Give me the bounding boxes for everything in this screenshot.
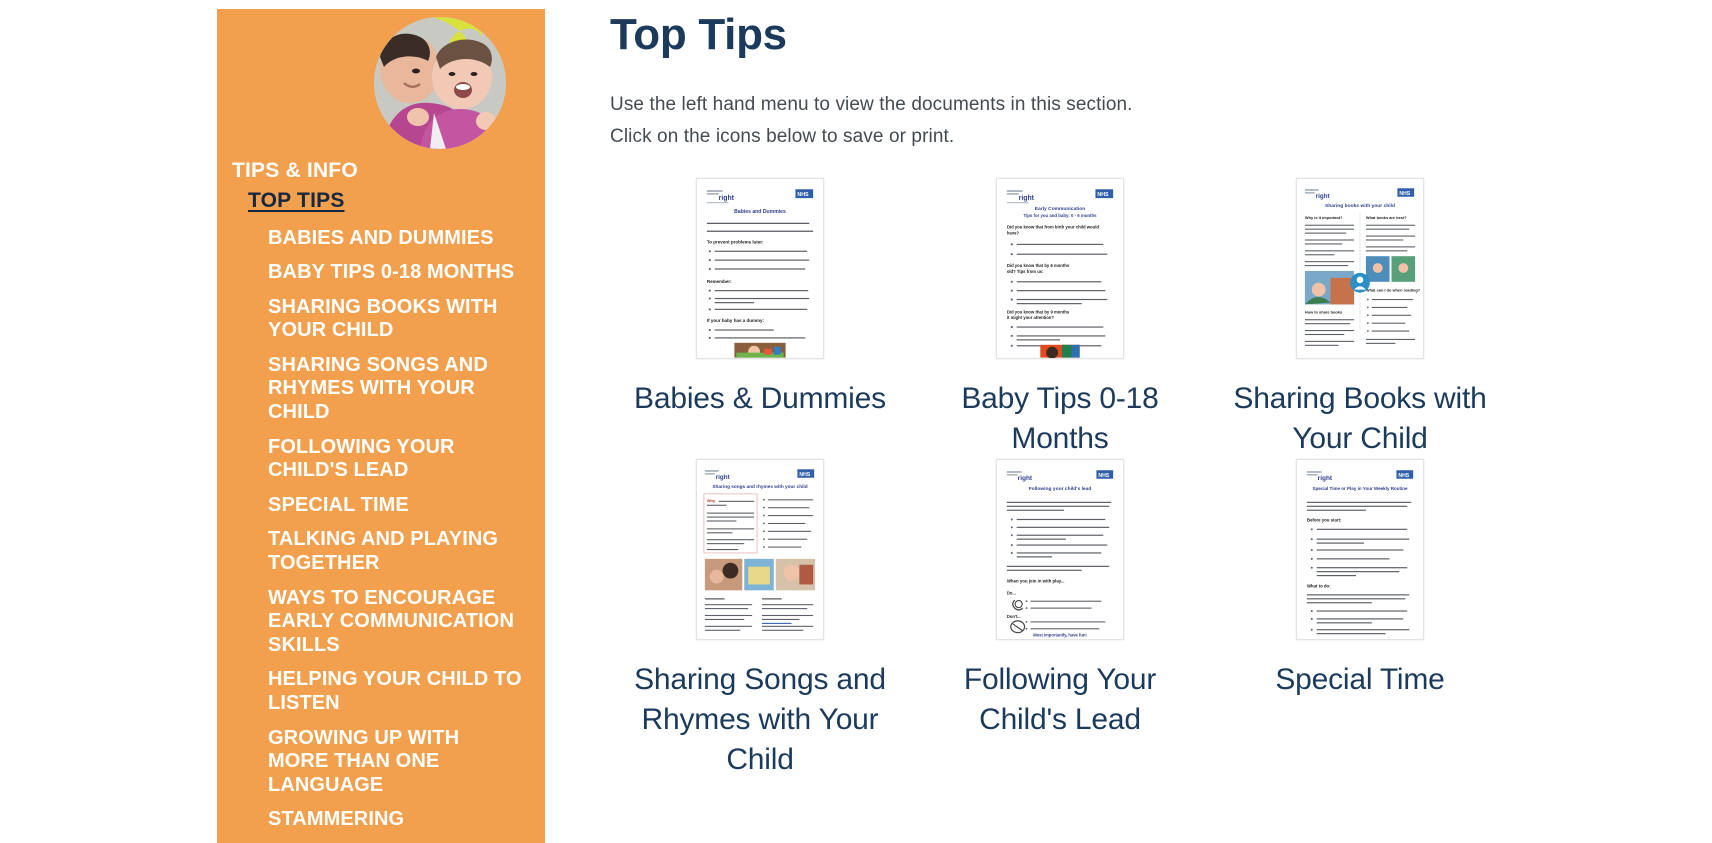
svg-text:Babies and Dummies: Babies and Dummies <box>734 209 786 215</box>
svg-text:right: right <box>1316 193 1331 200</box>
document-title: Special Time <box>1275 662 1445 696</box>
svg-text:To prevent problems later:: To prevent problems later: <box>707 239 764 244</box>
sidebar-column: TIPS & INFO TOP TIPS BABIES AND DUMMIES … <box>0 0 545 843</box>
sidebar-item-following-childs-lead[interactable]: FOLLOWING YOUR CHILD'S LEAD <box>217 430 531 488</box>
document-card-sharing-books[interactable]: right NHS Sharing books with your child … <box>1210 177 1510 459</box>
intro-line-1: Use the left hand menu to view the docum… <box>610 93 1133 115</box>
document-card-babies-and-dummies[interactable]: right NHS Babies and Dummies To prevent … <box>610 177 910 459</box>
page-root: TIPS & INFO TOP TIPS BABIES AND DUMMIES … <box>0 0 1712 843</box>
thumb-box: right NHS Early Communication Tips for y… <box>910 177 1210 363</box>
document-title: Babies & Dummies <box>634 381 886 415</box>
svg-text:What to do:: What to do: <box>1307 583 1331 588</box>
document-card-baby-tips-0-18-months[interactable]: right NHS Early Communication Tips for y… <box>910 177 1210 459</box>
svg-text:Before you start:: Before you start: <box>1307 517 1342 522</box>
svg-text:old? Tips from us:: old? Tips from us: <box>1007 269 1044 274</box>
sidebar-item-baby-tips-0-18-months[interactable]: BABY TIPS 0-18 MONTHS <box>217 256 531 291</box>
svg-text:Sharing songs and rhymes with: Sharing songs and rhymes with your child <box>712 484 807 490</box>
doc-thumb-baby-tips-0-18-months[interactable]: right NHS Early Communication Tips for y… <box>996 177 1124 359</box>
svg-text:Why is it important?: Why is it important? <box>1305 215 1343 220</box>
mother-and-baby-photo <box>374 17 506 149</box>
svg-text:Do...: Do... <box>1007 590 1016 595</box>
sidebar-item-helping-child-listen[interactable]: HELPING YOUR CHILD TO LISTEN <box>217 663 531 721</box>
documents-grid: right NHS Babies and Dummies To prevent … <box>610 177 1510 780</box>
sidebar-item-sharing-songs[interactable]: SHARING SONGS AND RHYMES WITH YOUR CHILD <box>217 348 531 430</box>
svg-text:What books are best?: What books are best? <box>1366 215 1407 220</box>
svg-text:it might your attention?: it might your attention? <box>1007 315 1055 320</box>
svg-text:When you join in with play...: When you join in with play... <box>1007 578 1065 583</box>
sidebar-section-label[interactable]: TIPS & INFO <box>217 157 531 189</box>
sidebar-item-top-tips[interactable]: TOP TIPS <box>248 189 345 213</box>
doc-thumb-special-time[interactable]: right NHS Special Time or Play in Your W… <box>1296 458 1424 640</box>
svg-text:Special Time or Play in Your W: Special Time or Play in Your Weekly Rout… <box>1312 486 1408 491</box>
svg-text:have?: have? <box>1007 230 1020 235</box>
document-title: Following Your Child's Lead <box>963 662 1157 736</box>
document-card-sharing-songs[interactable]: right NHS Sharing songs and rhymes with … <box>610 458 910 780</box>
thumb-box: right NHS Sharing songs and rhymes with … <box>610 458 910 644</box>
sidebar-item-stammering[interactable]: STAMMERING <box>217 803 531 838</box>
sidebar-item-list: BABIES AND DUMMIES BABY TIPS 0-18 MONTHS… <box>217 221 531 837</box>
document-card-special-time[interactable]: right NHS Special Time or Play in Your W… <box>1210 458 1510 780</box>
main-content: Top Tips Use the left hand menu to view … <box>545 0 1712 843</box>
sidebar-item-sharing-books[interactable]: SHARING BOOKS WITH YOUR CHILD <box>217 290 531 348</box>
svg-text:right: right <box>1018 475 1033 482</box>
svg-text:right: right <box>719 195 735 202</box>
thumb-box: right NHS Special Time or Play in Your W… <box>1210 458 1510 644</box>
sidebar: TIPS & INFO TOP TIPS BABIES AND DUMMIES … <box>217 9 545 843</box>
intro-line-2: Click on the icons below to save or prin… <box>610 126 955 148</box>
intro-text: Use the left hand menu to view the docum… <box>610 89 1712 154</box>
thumb-box: right NHS Following your child's lead Wh… <box>910 458 1210 644</box>
svg-text:Did you know that from birth y: Did you know that from birth your child … <box>1007 225 1100 230</box>
svg-text:Following your child's lead: Following your child's lead <box>1029 486 1092 492</box>
svg-text:Did you know that by 9 months: Did you know that by 9 months <box>1007 309 1070 314</box>
thumb-box: right NHS Babies and Dummies To prevent … <box>610 177 910 363</box>
document-title: Baby Tips 0-18 Months <box>961 381 1159 455</box>
svg-text:Did you know that by 6 months: Did you know that by 6 months <box>1007 263 1070 268</box>
thumb-box: right NHS Sharing books with your child … <box>1210 177 1510 363</box>
svg-text:right: right <box>716 474 731 481</box>
svg-text:right: right <box>1019 195 1035 202</box>
svg-text:NHS: NHS <box>797 192 809 198</box>
doc-thumb-sharing-books[interactable]: right NHS Sharing books with your child … <box>1296 177 1424 359</box>
doc-thumb-babies-and-dummies[interactable]: right NHS Babies and Dummies To prevent … <box>696 177 824 359</box>
sidebar-item-ways-to-encourage[interactable]: WAYS TO ENCOURAGE EARLY COMMUNICATION SK… <box>217 581 531 663</box>
sidebar-item-talking-and-playing[interactable]: TALKING AND PLAYING TOGETHER <box>217 523 531 581</box>
document-title: Sharing Books with Your Child <box>1233 381 1487 455</box>
svg-text:Don't...: Don't... <box>1007 614 1021 619</box>
doc-thumb-sharing-songs[interactable]: right NHS Sharing songs and rhymes with … <box>696 458 824 640</box>
sidebar-item-more-than-one-language[interactable]: GROWING UP WITH MORE THAN ONE LANGUAGE <box>217 721 531 803</box>
document-title: Sharing Songs and Rhymes with Your Child <box>634 662 886 776</box>
svg-text:NHS: NHS <box>1398 473 1409 479</box>
svg-text:Sharing books with your child: Sharing books with your child <box>1325 203 1395 209</box>
sidebar-nav: TIPS & INFO TOP TIPS BABIES AND DUMMIES … <box>217 157 545 837</box>
svg-text:If your baby has a dummy:: If your baby has a dummy: <box>707 318 765 323</box>
svg-text:right: right <box>1318 475 1333 482</box>
sidebar-item-babies-and-dummies[interactable]: BABIES AND DUMMIES <box>217 221 531 256</box>
svg-text:NHS: NHS <box>1399 191 1410 197</box>
svg-text:Tips for you and baby: 0 - 6 m: Tips for you and baby: 0 - 6 months <box>1023 213 1097 218</box>
svg-text:Early Communication: Early Communication <box>1035 206 1085 212</box>
svg-text:Most importantly, have fun!: Most importantly, have fun! <box>1033 632 1087 637</box>
svg-text:Why: Why <box>707 497 716 502</box>
document-card-following-childs-lead[interactable]: right NHS Following your child's lead Wh… <box>910 458 1210 780</box>
doc-thumb-following-childs-lead[interactable]: right NHS Following your child's lead Wh… <box>996 458 1124 640</box>
sidebar-photo-area <box>217 9 545 157</box>
svg-text:What can I do when reading?: What can I do when reading? <box>1366 288 1421 293</box>
svg-text:NHS: NHS <box>1097 192 1109 198</box>
svg-text:Remember:: Remember: <box>707 279 732 284</box>
sidebar-item-special-time[interactable]: SPECIAL TIME <box>217 488 531 523</box>
page-title: Top Tips <box>610 10 787 59</box>
svg-text:NHS: NHS <box>799 472 810 478</box>
svg-text:NHS: NHS <box>1098 473 1109 479</box>
svg-text:How to share books: How to share books <box>1305 309 1343 314</box>
